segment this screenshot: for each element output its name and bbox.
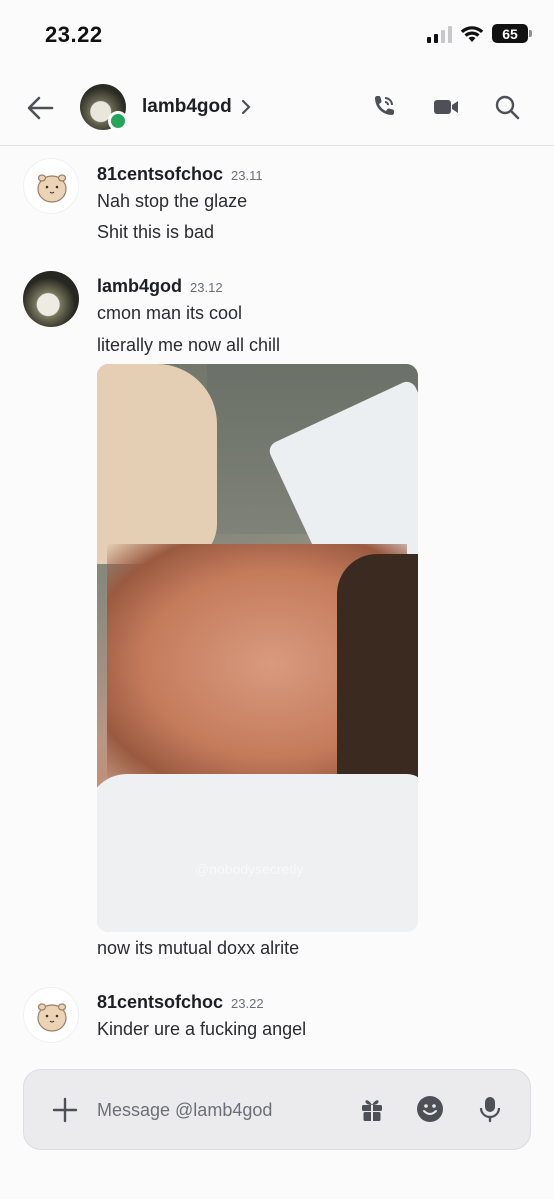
emoji-icon[interactable] [416, 1095, 444, 1123]
avatar[interactable] [23, 271, 79, 327]
back-arrow-icon[interactable] [24, 92, 56, 124]
message-text: Shit this is bad [97, 222, 215, 242]
avatar[interactable] [23, 158, 79, 214]
status-bar: 23.22 65 [0, 0, 554, 70]
message-text: cmon man its cool [97, 303, 243, 323]
phone-call-icon[interactable] [368, 92, 398, 122]
chat-header: lamb4god [0, 70, 554, 146]
wifi-icon [460, 25, 484, 42]
message-timestamp: 23.11 [231, 168, 263, 183]
battery-icon: 65 [492, 24, 532, 43]
message-image-attachment[interactable]: @nobodysecretly [97, 364, 418, 932]
image-watermark: @nobodysecretly [195, 861, 304, 877]
message-text: Nah stop the glaze [97, 191, 248, 211]
chevron-right-icon[interactable] [240, 98, 252, 116]
message-text: now its mutual doxx alrite [97, 938, 300, 958]
status-time: 23.22 [45, 22, 103, 47]
plus-icon[interactable] [52, 1097, 78, 1123]
message-composer[interactable]: Message @lamb4god [23, 1069, 531, 1150]
header-username[interactable]: lamb4god [142, 96, 232, 118]
search-icon[interactable] [492, 92, 522, 122]
message-author[interactable]: lamb4god 23.12 [97, 276, 223, 297]
hamster-icon [37, 174, 67, 203]
message-author[interactable]: 81centsofchoc 23.22 [97, 992, 264, 1013]
avatar[interactable] [23, 987, 79, 1043]
gift-icon[interactable] [359, 1095, 385, 1123]
message-timestamp: 23.12 [190, 280, 223, 295]
video-camera-icon[interactable] [431, 92, 461, 122]
message-timestamp: 23.22 [231, 996, 264, 1011]
microphone-icon[interactable] [478, 1095, 502, 1123]
message-text: literally me now all chill [97, 335, 281, 355]
online-status-dot [108, 111, 128, 131]
signal-icon [427, 25, 452, 43]
status-icons: 65 [427, 24, 532, 43]
message-text: Kinder ure a fucking angel [97, 1019, 307, 1039]
message-author[interactable]: 81centsofchoc 23.11 [97, 164, 263, 185]
hamster-icon [37, 1003, 67, 1032]
message-input[interactable]: Message @lamb4god [97, 1100, 272, 1121]
